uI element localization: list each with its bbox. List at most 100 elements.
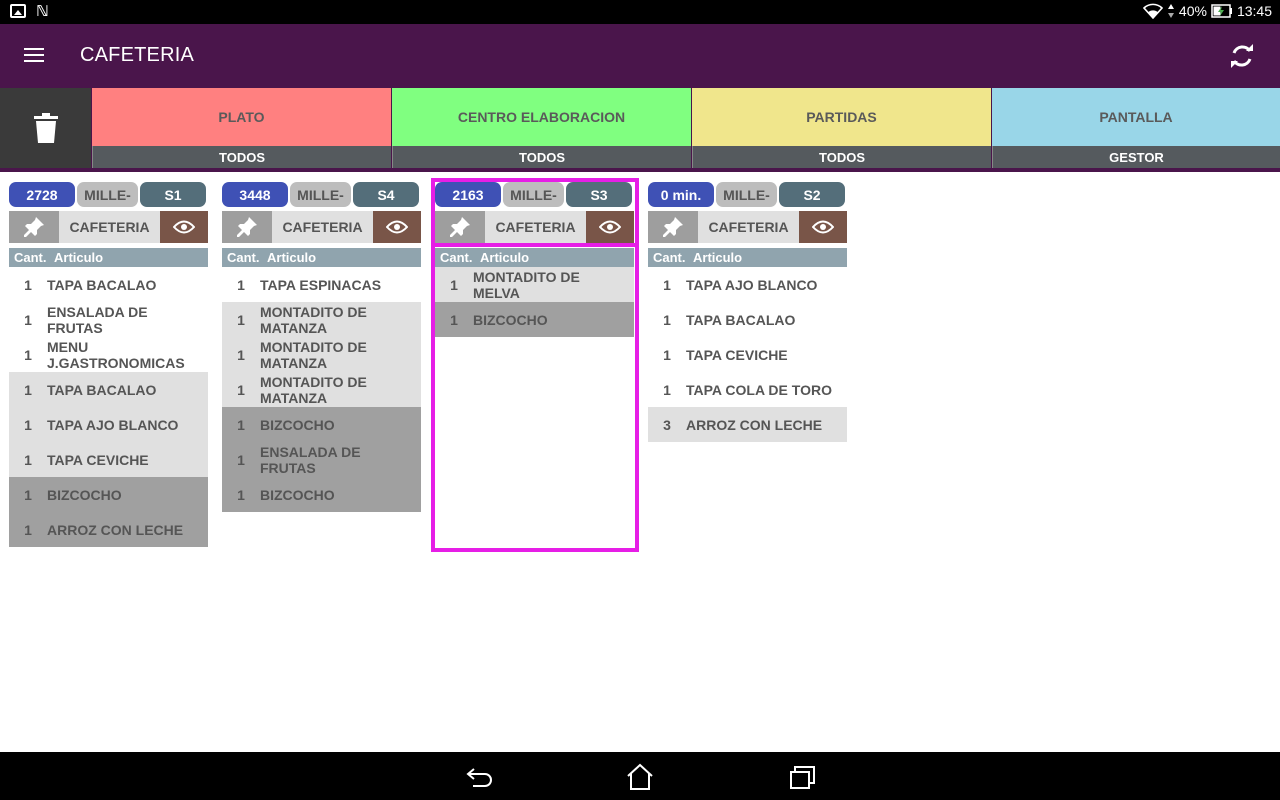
item-name: TAPA AJO BLANCO	[47, 416, 179, 433]
home-icon[interactable]	[625, 762, 655, 792]
view-button[interactable]	[586, 211, 634, 243]
order-number-badge: 0 min.	[648, 182, 714, 207]
view-button[interactable]	[160, 211, 208, 243]
pin-button[interactable]	[222, 211, 272, 243]
table-row[interactable]: 1 MENU J.GASTRONOMICAS	[9, 337, 208, 372]
order-card[interactable]: 2163 MILLE- S3 CAFETERIA Cant. Articulo …	[435, 182, 634, 337]
table-row[interactable]: 1 BIZCOCHO	[9, 477, 208, 512]
table-row[interactable]: 1 MONTADITO DE MATANZA	[222, 302, 421, 337]
section-badge: S2	[779, 182, 845, 207]
pin-icon	[237, 217, 257, 237]
table-row[interactable]: 1 MONTADITO DE MATANZA	[222, 337, 421, 372]
order-card[interactable]: 0 min. MILLE- S2 CAFETERIA Cant. Articul…	[648, 182, 847, 442]
item-name: BIZCOCHO	[473, 311, 548, 328]
table-row[interactable]: 1 TAPA AJO BLANCO	[648, 267, 847, 302]
item-name: BIZCOCHO	[47, 486, 122, 503]
filter-partidas[interactable]: PARTIDAS TODOS	[692, 88, 991, 168]
qty-header: Cant.	[440, 250, 473, 265]
item-qty: 1	[237, 416, 245, 433]
table-row[interactable]: 1 TAPA ESPINACAS	[222, 267, 421, 302]
section-badge: S4	[353, 182, 419, 207]
filter-centro-elaboracion-label: CENTRO ELABORACION	[392, 88, 691, 146]
item-qty: 1	[663, 381, 671, 398]
item-name: MONTADITO DE MATANZA	[260, 303, 367, 336]
table-row[interactable]: 1 MONTADITO DE MELVA	[435, 267, 634, 302]
table-row[interactable]: 1 TAPA AJO BLANCO	[9, 407, 208, 442]
order-items: 1 TAPA BACALAO 1 ENSALADA DE FRUTAS 1 MENU J.…	[9, 267, 208, 547]
table-row[interactable]: 1 ENSALADA DE FRUTAS	[9, 302, 208, 337]
menu-icon[interactable]	[22, 44, 50, 68]
page-title: CAFETERIA	[80, 44, 195, 66]
item-name: TAPA CEVICHE	[47, 451, 149, 468]
refresh-icon[interactable]	[1226, 40, 1258, 72]
article-header: Articulo	[267, 250, 317, 265]
n-icon: ℕ	[36, 3, 49, 20]
eye-icon	[386, 220, 408, 234]
pin-button[interactable]	[435, 211, 485, 243]
item-qty: 1	[450, 276, 458, 293]
back-icon[interactable]	[463, 762, 493, 792]
table-row[interactable]: 1 TAPA CEVICHE	[648, 337, 847, 372]
item-name: TAPA BACALAO	[47, 381, 157, 398]
image-icon	[10, 4, 26, 18]
item-qty: 1	[663, 311, 671, 328]
order-number-badge: 3448	[222, 182, 288, 207]
filter-pantalla[interactable]: PANTALLA GESTOR	[992, 88, 1280, 168]
item-qty: 3	[663, 416, 671, 433]
order-number-badge: 2728	[9, 182, 75, 207]
status-bar: ℕ 40% 13:45	[0, 0, 1280, 24]
order-card[interactable]: 2728 MILLE- S1 CAFETERIA Cant. Articulo …	[9, 182, 208, 547]
view-button[interactable]	[799, 211, 847, 243]
table-row[interactable]: 1 ARROZ CON LECHE	[9, 512, 208, 547]
item-name: MONTADITO DE MATANZA	[260, 373, 367, 406]
data-arrows-icon	[1167, 4, 1174, 18]
item-qty: 1	[663, 346, 671, 363]
filter-plato[interactable]: PLATO TODOS	[92, 88, 391, 168]
filter-partidas-label: PARTIDAS	[692, 88, 991, 146]
battery-charging-icon	[1211, 4, 1232, 18]
category-label: CAFETERIA	[59, 211, 160, 243]
item-name: TAPA ESPINACAS	[260, 276, 382, 293]
table-row[interactable]: 1 TAPA BACALAO	[9, 372, 208, 407]
item-name: MONTADITO DE MELVA	[473, 268, 580, 301]
item-qty: 1	[24, 346, 32, 363]
table-row[interactable]: 3 ARROZ CON LECHE	[648, 407, 847, 442]
table-row[interactable]: 1 ENSALADA DE FRUTAS	[222, 442, 421, 477]
order-card[interactable]: 3448 MILLE- S4 CAFETERIA Cant. Articulo …	[222, 182, 421, 512]
item-name: ARROZ CON LECHE	[47, 521, 184, 538]
selected-card-divider	[431, 243, 639, 247]
table-row[interactable]: 1 TAPA COLA DE TORO	[648, 372, 847, 407]
item-qty: 1	[237, 311, 245, 328]
qty-header: Cant.	[653, 250, 686, 265]
table-row[interactable]: 1 BIZCOCHO	[435, 302, 634, 337]
item-name: ENSALADA DE FRUTAS	[47, 303, 148, 336]
table-row[interactable]: 1 TAPA BACALAO	[648, 302, 847, 337]
filter-centro-elaboracion[interactable]: CENTRO ELABORACION TODOS	[392, 88, 691, 168]
waiter-badge: MILLE-	[716, 182, 777, 207]
recents-icon[interactable]	[787, 762, 817, 792]
table-row[interactable]: 1 BIZCOCHO	[222, 407, 421, 442]
item-qty: 1	[237, 451, 245, 468]
item-qty: 1	[24, 486, 32, 503]
pin-button[interactable]	[9, 211, 59, 243]
item-qty: 1	[237, 486, 245, 503]
waiter-badge: MILLE-	[77, 182, 138, 207]
table-row[interactable]: 1 TAPA CEVICHE	[9, 442, 208, 477]
delete-button[interactable]	[0, 88, 91, 168]
table-row[interactable]: 1 TAPA BACALAO	[9, 267, 208, 302]
wifi-icon	[1142, 3, 1163, 19]
item-qty: 1	[663, 276, 671, 293]
eye-icon	[812, 220, 834, 234]
table-row[interactable]: 1 MONTADITO DE MATANZA	[222, 372, 421, 407]
table-header: Cant. Articulo	[648, 248, 847, 267]
table-row[interactable]: 1 BIZCOCHO	[222, 477, 421, 512]
pin-icon	[663, 217, 683, 237]
filter-plato-label: PLATO	[92, 88, 391, 146]
pin-icon	[450, 217, 470, 237]
pin-button[interactable]	[648, 211, 698, 243]
item-name: MONTADITO DE MATANZA	[260, 338, 367, 371]
table-header: Cant. Articulo	[435, 248, 634, 267]
waiter-badge: MILLE-	[290, 182, 351, 207]
item-qty: 1	[237, 276, 245, 293]
view-button[interactable]	[373, 211, 421, 243]
